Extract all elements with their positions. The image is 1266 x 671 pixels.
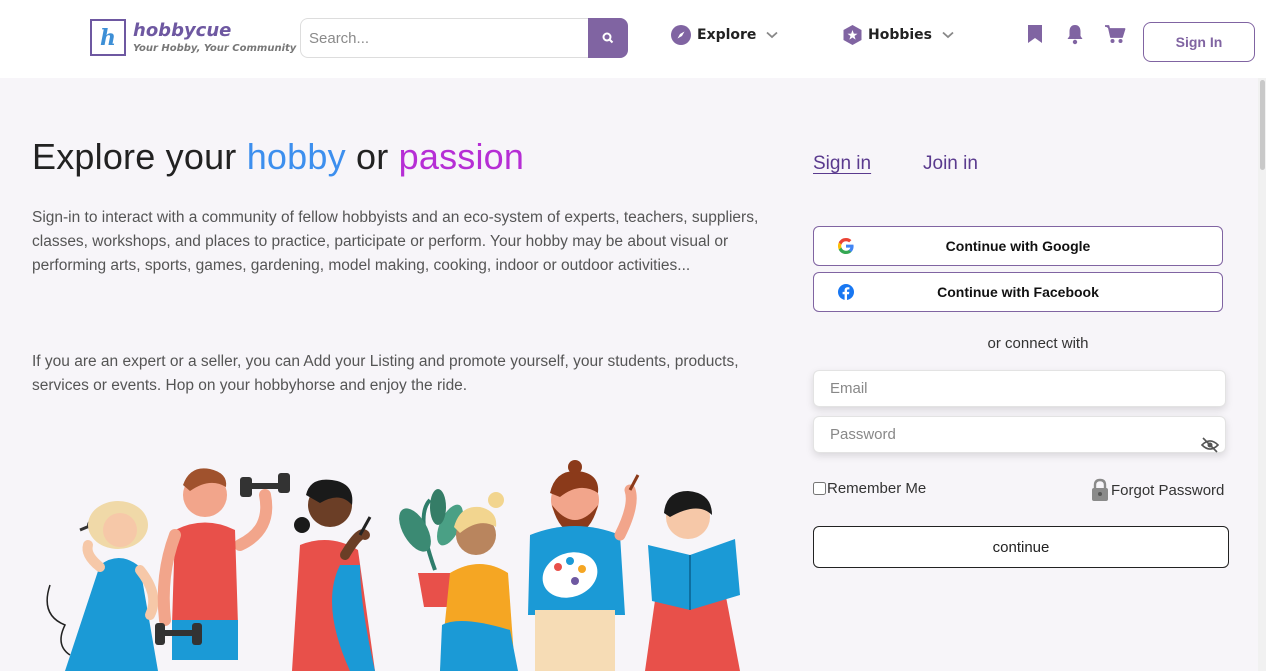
email-field[interactable] — [813, 370, 1226, 407]
cart-icon[interactable] — [1104, 24, 1126, 44]
hero-title-hobby: hobby — [246, 136, 346, 177]
hero-title: Explore your hobby or passion — [32, 136, 525, 177]
bookmark-icon[interactable] — [1026, 24, 1044, 44]
lock-icon — [1090, 478, 1110, 502]
eye-off-icon[interactable] — [1201, 437, 1219, 453]
nav-hobbies-label: Hobbies — [868, 27, 933, 43]
or-connect-with-label: or connect with — [987, 335, 1089, 352]
remember-me-checkbox[interactable] — [813, 482, 826, 495]
chevron-down-icon — [766, 31, 779, 39]
tab-sign-in[interactable]: Sign in — [813, 153, 871, 175]
compass-icon — [671, 25, 691, 45]
google-icon — [838, 238, 854, 254]
intro-paragraph: Sign-in to interact with a community of … — [32, 209, 759, 274]
header-signin-button[interactable]: Sign In — [1143, 22, 1255, 62]
brush-artist-figure — [292, 479, 375, 671]
hero-title-passion: passion — [398, 136, 525, 177]
google-button-label: Continue with Google — [945, 238, 1091, 254]
reader-figure — [645, 491, 740, 671]
hexagon-star-icon — [843, 25, 862, 45]
nav-explore[interactable]: Explore — [671, 24, 779, 46]
nav-explore-label: Explore — [697, 27, 757, 43]
continue-with-facebook-button[interactable]: Continue with Facebook — [813, 272, 1223, 312]
bell-icon[interactable] — [1066, 24, 1084, 45]
logo-tagline: Your Hobby, Your Community — [133, 42, 297, 54]
search-icon — [602, 32, 614, 44]
continue-button[interactable]: continue — [813, 526, 1229, 568]
facebook-button-label: Continue with Facebook — [937, 284, 1099, 300]
scrollbar-thumb[interactable] — [1260, 80, 1265, 170]
remember-me-label: Remember Me — [827, 480, 927, 497]
chevron-down-icon — [942, 31, 954, 39]
seller-paragraph: If you are an expert or a seller, you ca… — [32, 353, 739, 394]
facebook-icon — [838, 284, 854, 300]
logo-name: hobbycue — [133, 19, 232, 41]
password-field[interactable] — [813, 416, 1226, 453]
singer-figure — [46, 501, 159, 671]
nav-hobbies[interactable]: Hobbies — [843, 24, 954, 46]
athlete-figure — [155, 468, 290, 660]
search-input[interactable] — [300, 18, 588, 58]
hobbyists-illustration — [46, 460, 740, 671]
top-header: h hobbycue Your Hobby, Your Community Ex… — [0, 0, 1266, 78]
search-button[interactable] — [588, 18, 628, 58]
logo-mark: h — [90, 19, 126, 56]
gardener-figure — [399, 489, 518, 671]
remember-me[interactable]: Remember Me — [813, 480, 926, 497]
tab-join-in[interactable]: Join in — [923, 153, 978, 175]
logo[interactable]: h hobbycue Your Hobby, Your Community — [90, 19, 296, 56]
forgot-password-link[interactable]: Forgot Password — [1090, 478, 1224, 502]
palette-painter-figure — [528, 460, 640, 671]
continue-with-google-button[interactable]: Continue with Google — [813, 226, 1223, 266]
forgot-password-label: Forgot Password — [1111, 481, 1225, 499]
